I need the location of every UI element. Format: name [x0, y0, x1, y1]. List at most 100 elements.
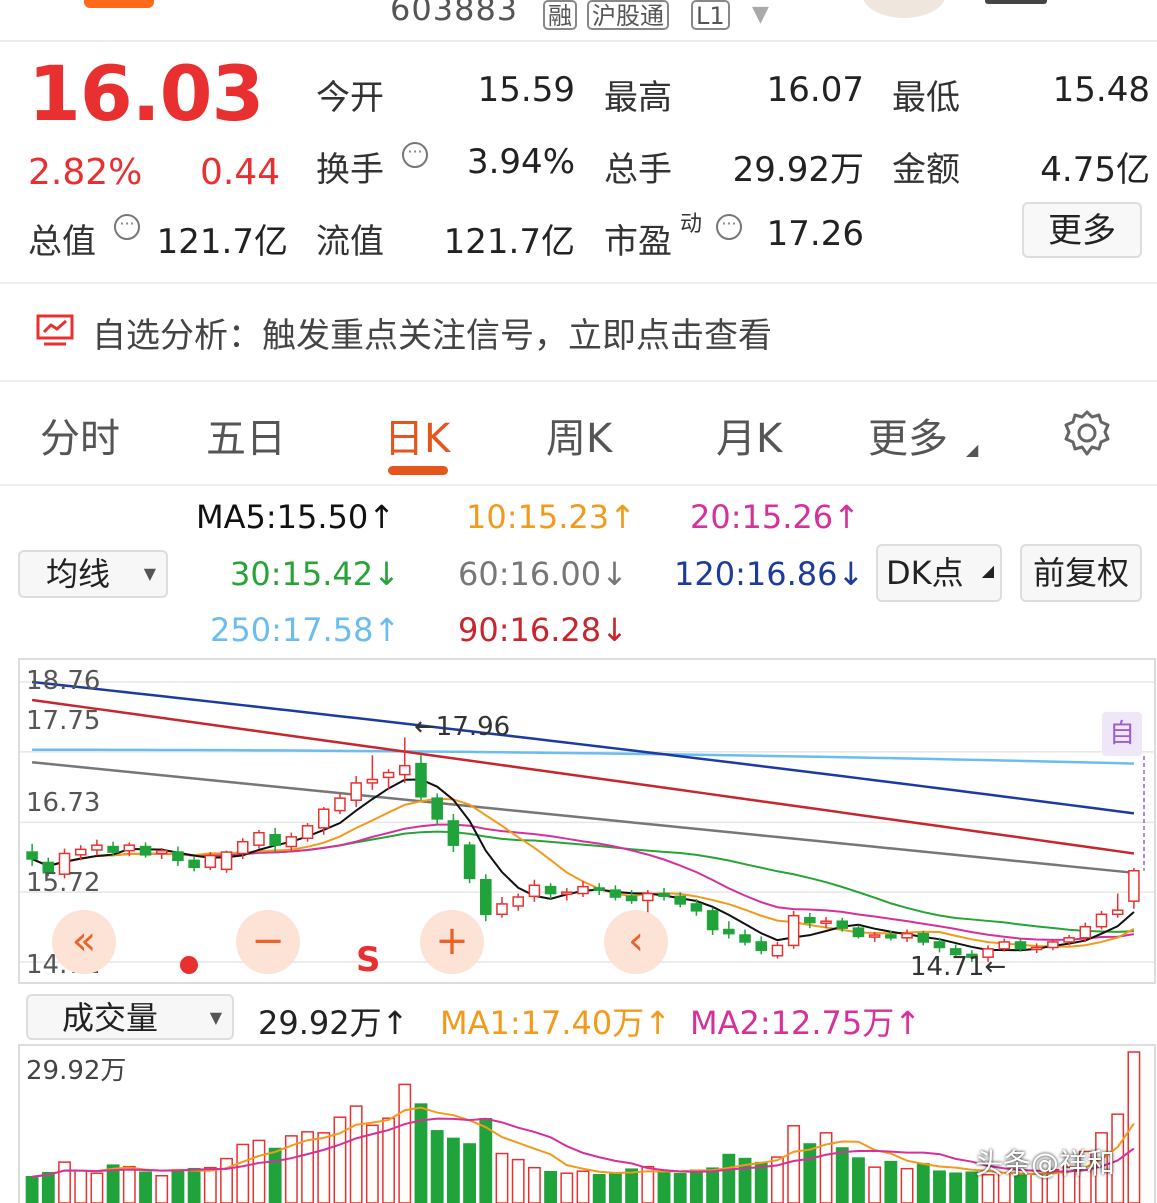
candle-up: [1063, 937, 1075, 943]
volume-bar-up: [236, 1143, 250, 1203]
candle-up: [1079, 925, 1092, 939]
volume-bar-down: [722, 1153, 736, 1203]
candle-up: [496, 903, 508, 916]
pe-superscript: 动: [680, 212, 703, 237]
candle-down: [188, 859, 200, 869]
volume-selector[interactable]: 成交量 ▼: [26, 994, 234, 1040]
info-dots-icon[interactable]: ···: [402, 142, 428, 168]
candle-down: [172, 851, 184, 862]
candle-down: [26, 851, 38, 860]
volume-bar-down: [689, 1169, 703, 1203]
candle-up: [642, 892, 654, 902]
candle-down: [723, 928, 735, 935]
menu-icon[interactable]: [985, 0, 1047, 4]
candle-down: [1014, 941, 1027, 950]
active-tab-indicator: [388, 466, 448, 475]
volume-bar-down: [754, 1161, 768, 1203]
scroll-left-fast-button[interactable]: «: [52, 910, 116, 974]
axis-label: 16.73: [26, 788, 101, 818]
candle-up: [398, 764, 411, 776]
tab-five-day[interactable]: 五日: [206, 406, 286, 464]
candle-down: [609, 889, 622, 898]
volume-current: 29.92万↑: [258, 1004, 409, 1042]
volume-bar-down: [625, 1168, 639, 1203]
candle-up: [577, 885, 589, 895]
volume-bar-up: [220, 1157, 233, 1203]
candle-up: [285, 836, 298, 848]
ma-selector[interactable]: 均线 ▼: [18, 550, 168, 598]
mktcap-label: 总值: [28, 222, 96, 262]
volume-ma2: MA2:12.75万↑: [690, 1004, 922, 1042]
volume-bar-up: [252, 1139, 266, 1203]
candle-up: [204, 854, 217, 869]
ma-selector-label: 均线: [46, 555, 111, 593]
chart-analysis-icon: [36, 314, 74, 346]
candle-up: [901, 932, 913, 939]
float-label: 流值: [316, 222, 384, 262]
volume-bar-down: [673, 1172, 687, 1203]
candle-down: [107, 845, 119, 853]
gear-icon[interactable]: [1062, 408, 1112, 458]
volume-bar-up: [1127, 1051, 1141, 1203]
tab-weekly-k[interactable]: 周K: [546, 406, 612, 464]
zoom-out-button[interactable]: −: [236, 910, 300, 974]
low-value: 15.48: [1052, 70, 1150, 110]
app-logo[interactable]: [84, 0, 154, 8]
more-quote-button[interactable]: 更多: [1022, 202, 1142, 258]
turnover-value: 3.94%: [466, 142, 575, 182]
pe-label: 市盈: [604, 222, 672, 262]
corner-triangle-icon: ◢: [981, 561, 994, 580]
zoom-in-button[interactable]: +: [420, 910, 484, 974]
candle-down: [933, 941, 946, 949]
tab-daily-k[interactable]: 日K: [384, 406, 450, 464]
chevron-down-icon[interactable]: ▼: [752, 2, 769, 27]
avatar[interactable]: [862, 0, 946, 18]
volume-label: 总手: [604, 150, 672, 190]
candle-down: [269, 834, 281, 846]
candle-up: [253, 831, 265, 846]
axis-label: 17.75: [26, 706, 101, 736]
volume-bar-down: [171, 1168, 185, 1203]
candle-up: [91, 844, 103, 851]
volume-bar-up: [900, 1167, 914, 1203]
volume-bar-down: [949, 1172, 963, 1203]
high-value: 16.07: [766, 70, 864, 110]
volume-bar-up: [122, 1165, 136, 1203]
tab-more[interactable]: 更多: [868, 406, 948, 464]
candle-down: [917, 932, 930, 943]
tab-intraday[interactable]: 分时: [40, 406, 120, 464]
volume-bar-up: [155, 1174, 169, 1203]
analysis-text[interactable]: 自选分析：触发重点关注信号，立即点击查看: [92, 308, 772, 357]
volume-bar-up: [511, 1158, 525, 1203]
kline-chart[interactable]: 18.76 17.75 16.73 15.72 14.71 ←17.96 14.…: [18, 658, 1156, 984]
ma90-value: 90:16.28↓: [458, 611, 628, 649]
dk-point-button[interactable]: DK点 ◢: [876, 544, 1002, 602]
ma10-value: 10:15.23↑: [466, 498, 636, 536]
candle-up: [1030, 946, 1043, 951]
candle-down: [755, 941, 768, 951]
candle-down: [431, 797, 443, 820]
open-label: 今开: [316, 78, 384, 118]
s-marker[interactable]: S: [356, 940, 381, 980]
tab-monthly-k[interactable]: 月K: [716, 406, 782, 464]
volume-bar-up: [787, 1125, 801, 1203]
self-select-tag[interactable]: 自: [1102, 712, 1142, 756]
record-dot-icon[interactable]: [180, 956, 198, 974]
volume-bar-down: [933, 1170, 946, 1203]
volume-bar-down: [706, 1167, 720, 1203]
ma30-value: 30:15.42↓: [230, 555, 400, 593]
scroll-left-button[interactable]: ‹: [604, 910, 668, 974]
amount-value: 4.75亿: [1040, 150, 1150, 190]
ma120-value: 120:16.86↓: [674, 555, 865, 593]
adjust-button[interactable]: 前复权: [1020, 544, 1142, 602]
candle-down: [544, 885, 557, 895]
change-amount: 0.44: [200, 152, 281, 193]
candle-up: [1047, 941, 1059, 949]
volume-bar-up: [74, 1169, 88, 1203]
volume-bar-down: [446, 1137, 460, 1203]
candle-down: [593, 887, 605, 891]
info-dots-icon[interactable]: ···: [114, 214, 140, 240]
info-dots-icon[interactable]: ···: [716, 214, 742, 240]
candle-down: [625, 895, 638, 902]
volume-bar-down: [479, 1117, 493, 1203]
